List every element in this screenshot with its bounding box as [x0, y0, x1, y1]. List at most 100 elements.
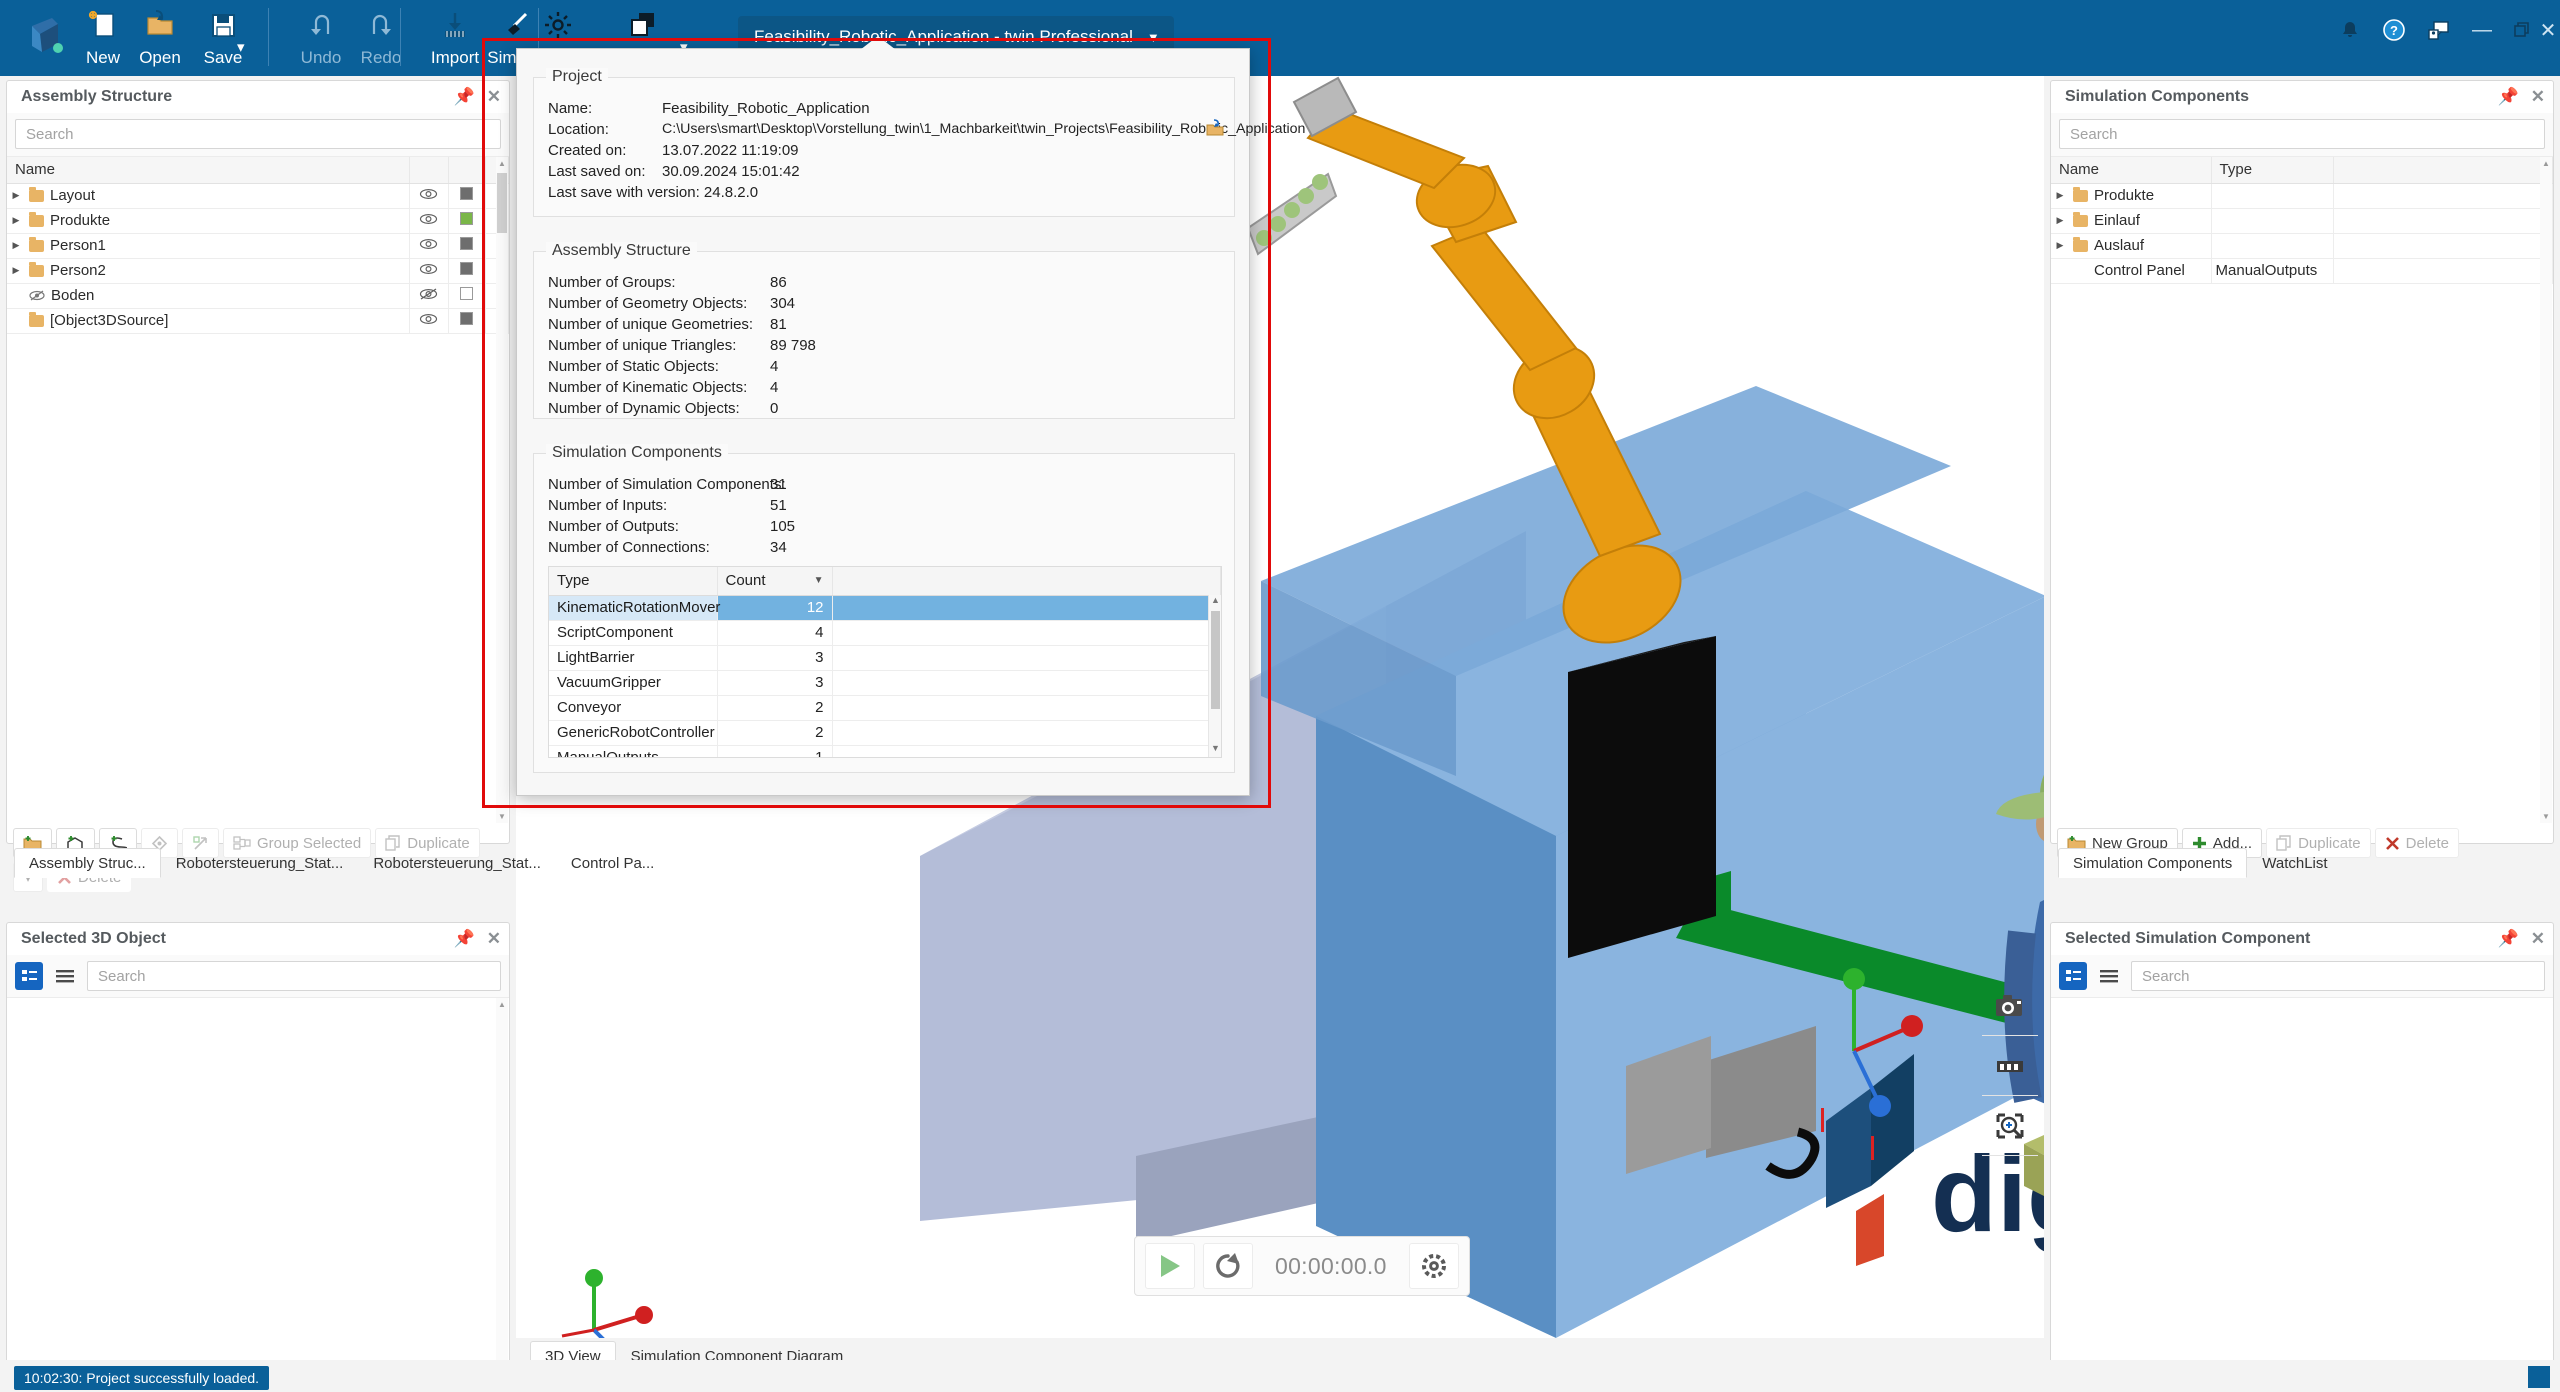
table-row[interactable]: ManualOutputs 1 — [549, 745, 1221, 757]
assembly-row-name-cell[interactable]: ▶ Person2 — [7, 258, 411, 284]
sim-col-extra[interactable] — [2333, 157, 2553, 184]
table-row[interactable]: Control Panel ManualOutputs — [2051, 258, 2553, 284]
sim-components-search-input[interactable] — [2059, 119, 2545, 149]
play-button[interactable] — [1145, 1243, 1195, 1289]
table-row[interactable]: ▶ Produkte — [7, 208, 509, 234]
close-icon[interactable]: ✕ — [487, 929, 501, 949]
table-row[interactable]: GenericRobotController 2 — [549, 720, 1221, 746]
table-row[interactable]: ▶ Person1 — [7, 233, 509, 259]
color-swatch[interactable] — [448, 283, 486, 309]
list-view-icon[interactable] — [51, 962, 79, 990]
selected-3d-scrollbar[interactable]: ▲ ▼ — [496, 998, 508, 1392]
ribbon-save-button[interactable]: Save — [180, 3, 266, 73]
feedback-chat-icon[interactable] — [2418, 12, 2458, 48]
close-icon[interactable]: ✕ — [487, 87, 501, 107]
color-swatch[interactable] — [448, 208, 486, 234]
expand-arrow-icon[interactable]: ▶ — [9, 265, 23, 276]
sim-row-name-cell[interactable]: ▶ Produkte — [2051, 183, 2212, 209]
table-row[interactable]: ▶ Auslauf — [2051, 233, 2553, 259]
component-scroll-thumb[interactable] — [1211, 611, 1220, 709]
help-question-icon[interactable]: ? — [2374, 12, 2414, 48]
pin-icon[interactable]: 📌 — [2498, 87, 2519, 107]
assembly-scroll-thumb[interactable] — [497, 173, 507, 233]
assembly-vertical-scrollbar[interactable]: ▲ ▼ — [496, 157, 508, 823]
table-row[interactable]: KinematicRotationMover 12 — [549, 595, 1221, 621]
expand-arrow-icon[interactable]: ▶ — [2053, 240, 2067, 251]
categorized-view-icon[interactable] — [2059, 962, 2087, 990]
scroll-down-icon[interactable]: ▼ — [2540, 812, 2552, 821]
expand-arrow-icon[interactable]: ▶ — [9, 215, 23, 226]
table-row[interactable]: ▶ Einlauf — [2051, 208, 2553, 234]
assembly-row-name-cell[interactable]: ▶ Layout — [7, 183, 411, 209]
pin-icon[interactable]: 📌 — [454, 87, 475, 107]
component-col-count[interactable]: Count ▼ — [717, 567, 833, 596]
visibility-eye-icon[interactable] — [409, 258, 449, 284]
table-row[interactable]: ScriptComponent 4 — [549, 620, 1221, 646]
visibility-eye-off-icon[interactable] — [409, 283, 449, 309]
assembly-row-name-cell[interactable]: ▶ Person1 — [7, 233, 411, 259]
categorized-view-icon[interactable] — [15, 962, 43, 990]
assembly-col-color[interactable] — [448, 157, 486, 184]
scroll-down-icon[interactable]: ▼ — [496, 812, 508, 821]
save-chevron-down-icon[interactable]: ▾ — [237, 38, 245, 56]
table-row[interactable]: LightBarrier 3 — [549, 645, 1221, 671]
table-row[interactable]: Boden — [7, 283, 509, 309]
project-tab-chevron-down-icon[interactable]: ▼ — [1147, 30, 1160, 45]
open-location-icon[interactable] — [1206, 119, 1224, 141]
tab-simulation-components[interactable]: Simulation Components — [2058, 848, 2248, 878]
sim-col-name[interactable]: Name — [2051, 157, 2212, 184]
zoom-fit-icon[interactable] — [1982, 1096, 2038, 1156]
sort-chevron-down-icon[interactable]: ▼ — [814, 575, 824, 586]
component-table-scrollbar[interactable]: ▲ ▼ — [1208, 595, 1221, 757]
expand-arrow-icon[interactable]: ▶ — [2053, 215, 2067, 226]
measure-icon[interactable] — [1982, 1036, 2038, 1096]
scroll-up-icon[interactable]: ▲ — [496, 1000, 508, 1009]
sim-row-name-cell[interactable]: ▶ Einlauf — [2051, 208, 2212, 234]
close-icon[interactable]: ✕ — [2531, 87, 2545, 107]
sim-row-name-cell[interactable]: ▶ Auslauf — [2051, 233, 2212, 259]
table-row[interactable]: [Object3DSource] — [7, 308, 509, 334]
camera-icon[interactable] — [1982, 976, 2038, 1036]
tab-watchlist[interactable]: WatchList — [2247, 848, 2342, 878]
visibility-eye-icon[interactable] — [409, 233, 449, 259]
visibility-eye-icon[interactable] — [409, 183, 449, 209]
tab-assembly-structure[interactable]: Assembly Struc... — [14, 848, 161, 878]
component-col-extra[interactable] — [832, 567, 1221, 596]
sim-row-name-cell[interactable]: Control Panel — [2051, 258, 2212, 284]
assembly-row-name-cell[interactable]: [Object3DSource] — [7, 308, 411, 334]
sim-vertical-scrollbar[interactable]: ▲ ▼ — [2540, 157, 2552, 823]
visibility-eye-icon[interactable] — [409, 208, 449, 234]
assembly-col-visibility[interactable] — [409, 157, 449, 184]
color-swatch[interactable] — [448, 233, 486, 259]
tab-robotersteuerung-1[interactable]: Robotersteuerung_Stat... — [161, 848, 359, 878]
minimize-icon[interactable]: — — [2462, 12, 2502, 48]
notifications-bell-icon[interactable] — [2330, 12, 2370, 48]
visibility-eye-icon[interactable] — [409, 308, 449, 334]
table-row[interactable]: ▶ Produkte — [2051, 183, 2553, 209]
pin-icon[interactable]: 📌 — [454, 929, 475, 949]
scroll-down-icon[interactable]: ▼ — [1209, 743, 1221, 757]
table-row[interactable]: Conveyor 2 — [549, 695, 1221, 721]
tab-control-panel[interactable]: Control Pa... — [556, 848, 669, 878]
sim-col-type[interactable]: Type — [2211, 157, 2334, 184]
scroll-up-icon[interactable]: ▲ — [496, 159, 508, 168]
component-col-type[interactable]: Type — [549, 567, 718, 596]
color-swatch[interactable] — [448, 258, 486, 284]
status-indicator[interactable] — [2528, 1366, 2550, 1388]
close-icon[interactable]: ✕ — [2531, 929, 2545, 949]
reset-button[interactable] — [1203, 1243, 1253, 1289]
close-icon[interactable]: ✕ — [2528, 12, 2560, 48]
assembly-row-name-cell[interactable]: ▶ Produkte — [7, 208, 411, 234]
expand-arrow-icon[interactable]: ▶ — [9, 240, 23, 251]
selected-3d-search-input[interactable] — [87, 961, 501, 991]
expand-arrow-icon[interactable]: ▶ — [2053, 190, 2067, 201]
pin-icon[interactable]: 📌 — [2498, 929, 2519, 949]
table-row[interactable]: ▶ Person2 — [7, 258, 509, 284]
color-swatch[interactable] — [448, 183, 486, 209]
scroll-up-icon[interactable]: ▲ — [1209, 595, 1221, 609]
color-swatch[interactable] — [448, 308, 486, 334]
simulation-settings-gear-icon[interactable] — [1408, 1243, 1459, 1289]
table-row[interactable]: VacuumGripper 3 — [549, 670, 1221, 696]
assembly-search-input[interactable] — [15, 119, 501, 149]
selected-sim-search-input[interactable] — [2131, 961, 2545, 991]
